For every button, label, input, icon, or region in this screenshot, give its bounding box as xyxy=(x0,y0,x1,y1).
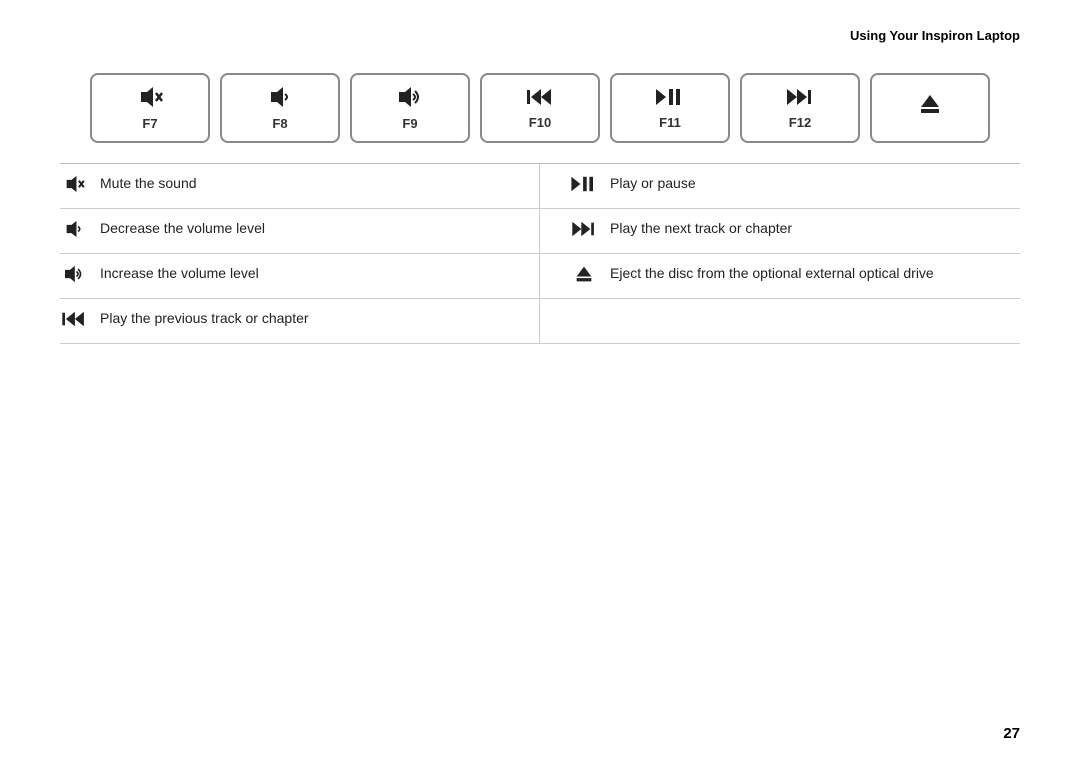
key-f7-label: F7 xyxy=(142,116,157,131)
desc-next-track-icon xyxy=(570,220,598,243)
desc-vol-up-icon xyxy=(60,265,88,288)
play-pause-icon xyxy=(656,87,684,111)
eject-icon xyxy=(919,93,941,119)
keys-row: F7 F8 F9 F10 xyxy=(0,53,1080,163)
key-eject xyxy=(870,73,990,143)
desc-vol-down: Decrease the volume level xyxy=(60,209,540,254)
desc-vol-down-icon xyxy=(60,220,88,243)
mute-icon xyxy=(137,86,163,112)
desc-play-pause-icon xyxy=(570,175,598,198)
desc-vol-down-text: Decrease the volume level xyxy=(100,219,265,239)
desc-next-track: Play the next track or chapter xyxy=(540,209,1020,254)
desc-play-pause: Play or pause xyxy=(540,164,1020,209)
key-f8: F8 xyxy=(220,73,340,143)
desc-mute: Mute the sound xyxy=(60,164,540,209)
desc-empty xyxy=(540,299,1020,344)
page-header: Using Your Inspiron Laptop xyxy=(0,0,1080,53)
key-f10-label: F10 xyxy=(529,115,551,130)
desc-eject-text: Eject the disc from the optional externa… xyxy=(610,264,934,284)
key-f9: F9 xyxy=(350,73,470,143)
vol-down-icon xyxy=(267,86,293,112)
key-f10: F10 xyxy=(480,73,600,143)
desc-prev-track: Play the previous track or chapter xyxy=(60,299,540,344)
description-table: Mute the sound Play or pause Decrease th… xyxy=(60,164,1020,344)
desc-prev-track-icon xyxy=(60,310,88,333)
header-title: Using Your Inspiron Laptop xyxy=(850,28,1020,43)
vol-up-icon xyxy=(395,86,425,112)
key-f9-label: F9 xyxy=(402,116,417,131)
prev-track-icon xyxy=(527,87,553,111)
key-f12: F12 xyxy=(740,73,860,143)
desc-play-pause-text: Play or pause xyxy=(610,174,696,194)
desc-eject: Eject the disc from the optional externa… xyxy=(540,254,1020,299)
desc-next-track-text: Play the next track or chapter xyxy=(610,219,792,239)
key-f11: F11 xyxy=(610,73,730,143)
desc-prev-track-text: Play the previous track or chapter xyxy=(100,309,309,329)
next-track-icon xyxy=(787,87,813,111)
desc-mute-icon xyxy=(60,175,88,198)
key-f11-label: F11 xyxy=(659,115,681,130)
desc-vol-up-text: Increase the volume level xyxy=(100,264,259,284)
key-f7: F7 xyxy=(90,73,210,143)
key-f12-label: F12 xyxy=(789,115,811,130)
desc-eject-icon xyxy=(570,265,598,288)
desc-mute-text: Mute the sound xyxy=(100,174,197,194)
key-f8-label: F8 xyxy=(272,116,287,131)
desc-vol-up: Increase the volume level xyxy=(60,254,540,299)
page-number: 27 xyxy=(1003,725,1020,742)
